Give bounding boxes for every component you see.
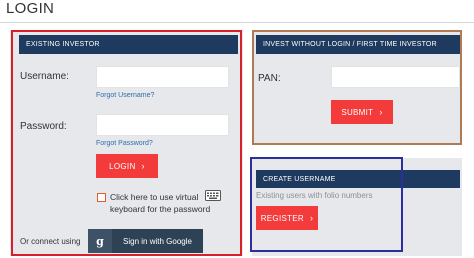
login-button-label: LOGIN bbox=[109, 161, 136, 171]
google-icon: g bbox=[88, 229, 112, 253]
create-username-header-text: CREATE USERNAME bbox=[263, 175, 336, 183]
username-input[interactable] bbox=[96, 66, 229, 88]
pan-input[interactable] bbox=[331, 66, 460, 88]
google-signin-button[interactable]: g Sign in with Google bbox=[88, 229, 203, 253]
pan-label: PAN: bbox=[258, 73, 281, 84]
forgot-username-link[interactable]: Forgot Username? bbox=[96, 92, 154, 99]
keyboard-icon[interactable] bbox=[205, 190, 221, 201]
create-username-description: Existing users with folio numbers bbox=[256, 191, 373, 200]
page-title: LOGIN bbox=[6, 0, 55, 17]
existing-investor-header-text: EXISTING INVESTOR bbox=[26, 41, 100, 48]
title-divider bbox=[0, 22, 474, 23]
forgot-password-link[interactable]: Forgot Password? bbox=[96, 140, 153, 147]
invest-without-login-header: INVEST WITHOUT LOGIN / FIRST TIME INVEST… bbox=[256, 35, 460, 54]
or-connect-label: Or connect using bbox=[20, 237, 81, 246]
create-username-header: CREATE USERNAME bbox=[256, 170, 460, 188]
register-button[interactable]: REGISTER › bbox=[256, 206, 318, 230]
password-input[interactable] bbox=[96, 114, 229, 136]
password-label: Password: bbox=[20, 121, 67, 132]
submit-button-label: SUBMIT bbox=[341, 107, 374, 117]
existing-investor-header: EXISTING INVESTOR bbox=[19, 35, 238, 54]
chevron-right-icon: › bbox=[141, 161, 145, 171]
chevron-right-icon: › bbox=[379, 107, 383, 117]
virtual-keyboard-checkbox[interactable] bbox=[97, 193, 106, 202]
username-label: Username: bbox=[20, 71, 69, 82]
virtual-keyboard-label[interactable]: Click here to use virtual keyboard for t… bbox=[110, 191, 214, 215]
chevron-right-icon: › bbox=[310, 213, 314, 223]
google-signin-label: Sign in with Google bbox=[123, 236, 192, 246]
register-button-label: REGISTER bbox=[260, 213, 304, 223]
submit-button[interactable]: SUBMIT › bbox=[331, 100, 393, 124]
login-button[interactable]: LOGIN › bbox=[96, 154, 158, 178]
invest-without-login-header-text: INVEST WITHOUT LOGIN / FIRST TIME INVEST… bbox=[263, 41, 437, 48]
